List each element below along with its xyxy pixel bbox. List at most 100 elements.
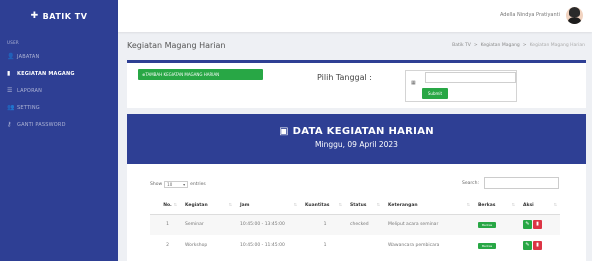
avatar[interactable] [566,7,583,24]
add-activity-button[interactable]: ⊕ TAMBAH KEGIATAN MAGANG HARIAN [138,69,263,80]
cell-kuantitas: 1 [300,214,345,235]
search-label: Search: [462,181,479,186]
add-activity-label: TAMBAH KEGIATAN MAGANG HARIAN [145,72,220,77]
berkas-button[interactable]: Berkas [478,221,497,228]
cell-aksi: ✎ ▮ [518,235,560,256]
date-label: Pilih Tanggal : [317,73,372,82]
edit-icon: ✎ [525,242,530,248]
table-row: 1 Seminar 10:45:00 - 13:45:00 1 checked … [150,214,560,235]
column-label: Jam [240,203,250,209]
column-label: Status [350,203,367,209]
brand-logo[interactable]: ✚ BATIK TV [0,0,118,32]
sidebar-item-label: SETTING [17,104,40,111]
sidebar-item-label: KEGIATAN MAGANG [17,70,75,77]
search-input[interactable] [484,177,559,189]
sidebar-item-setting[interactable]: 👥 SETTING [0,99,118,116]
brand-name: BATIK TV [42,11,88,21]
chevron-down-icon: ▾ [183,182,186,187]
table-card: Show 10 ▾ entries Search: No. ⇅ Kegiatan ⇅… [127,164,586,261]
sort-icon: ⇅ [293,202,297,207]
entries-length: Show 10 ▾ entries [150,181,206,188]
column-header-status[interactable]: Status ⇅ [345,198,383,215]
column-header-aksi[interactable]: Aksi ⇅ [518,198,560,215]
cell-keterangan: Wawancara pembicara [388,243,440,248]
edit-button[interactable]: ✎ [523,220,532,230]
breadcrumb-separator: > [522,43,527,48]
cell-no: 1 [150,214,180,235]
sidebar: ✚ BATIK TV USER 👤 JABATAN ▮ KEGIATAN MAG… [0,0,118,261]
banner-date: Minggu, 09 April 2023 [315,140,398,149]
sort-icon: ⇅ [466,202,470,207]
entries-select[interactable]: 10 ▾ [164,181,189,188]
breadcrumb-current: Kegiatan Magang Harian [529,43,585,48]
cell-jam: 10:45:00 - 13:45:00 [235,214,300,235]
calendar-icon: ▣ [279,126,289,137]
book-icon: ▮ [7,70,11,77]
sidebar-item-kegiatan-magang[interactable]: ▮ KEGIATAN MAGANG [0,65,118,82]
edit-button[interactable]: ✎ [523,241,532,250]
column-label: No. [163,203,172,209]
breadcrumb-separator: > [473,43,478,48]
column-header-berkas[interactable]: Berkas ⇅ [473,198,518,215]
sidebar-item-ganti-password[interactable]: ⚷ GANTI PASSWORD [0,116,118,133]
sort-icon: ⇅ [228,202,232,207]
sidebar-item-jabatan[interactable]: 👤 JABATAN [0,48,118,65]
column-header-keterangan[interactable]: Keterangan ⇅ [383,198,473,215]
column-label: Berkas [478,203,496,209]
sidebar-item-label: GANTI PASSWORD [17,121,66,128]
cell-status: checked [345,214,383,235]
show-label: Show [150,182,163,187]
sidebar-item-laporan[interactable]: ☰ LAPORAN [0,82,118,99]
sort-icon: ⇅ [376,202,380,207]
calendar-icon: ▦ [411,80,416,86]
column-header-kuantitas[interactable]: Kuantitas ⇅ [300,198,345,215]
cell-kuantitas: 1 [323,243,327,248]
banner-title: ▣ DATA KEGIATAN HARIAN [127,126,586,137]
key-icon: ⚷ [7,121,12,128]
sort-icon: ⇅ [338,202,342,207]
banner-title-text: DATA KEGIATAN HARIAN [292,126,434,137]
delete-button[interactable]: ▮ [533,241,542,250]
breadcrumb: Batik TV > Kegiatan Magang > Kegiatan Ma… [452,43,585,48]
delete-button[interactable]: ▮ [533,220,542,230]
trash-icon: ▮ [536,221,539,228]
sort-icon: ⇅ [511,202,515,207]
user-icon: 👤 [7,53,15,60]
user-name[interactable]: Adella Nindya Pratiyanti [500,12,560,18]
sort-icon: ⇅ [553,202,557,207]
users-icon: 👥 [7,104,15,111]
column-header-kegiatan[interactable]: Kegiatan ⇅ [180,198,235,215]
entries-label: entries [190,182,206,187]
page-title: Kegiatan Magang Harian [127,41,226,50]
date-field[interactable] [425,72,516,83]
topbar: Adella Nindya Pratiyanti [118,0,592,32]
breadcrumb-kegiatan-magang[interactable]: Kegiatan Magang [481,43,520,48]
berkas-button[interactable]: Berkas [478,242,497,249]
cell-aksi: ✎ ▮ [518,214,560,235]
column-header-jam[interactable]: Jam ⇅ [235,198,300,215]
cell-keterangan: Meliput acara seminar [383,214,473,235]
cell-berkas: Berkas [473,214,518,235]
column-label: Aksi [523,203,534,209]
breadcrumb-home[interactable]: Batik TV [452,43,471,48]
cell-kegiatan: Seminar [180,214,235,235]
trash-icon: ▮ [536,242,539,248]
date-picker: ▦ Submit [405,70,517,102]
table-header-row: No. ⇅ Kegiatan ⇅ Jam ⇅ Kuantitas ⇅ Status ⇅ K… [150,198,560,215]
cell-kegiatan: Workshop [185,243,208,248]
activities-table: No. ⇅ Kegiatan ⇅ Jam ⇅ Kuantitas ⇅ Status ⇅ K… [150,198,560,256]
column-label: Kegiatan [185,203,208,209]
cell-jam: 10:45:00 - 11:45:00 [240,243,285,248]
table-row: 2 Workshop 10:45:00 - 11:45:00 1 Wawanca… [150,235,560,256]
submit-button[interactable]: Submit [422,88,448,99]
column-label: Keterangan [388,203,418,209]
plus-icon: ✚ [30,11,39,21]
sidebar-item-label: JABATAN [17,53,40,60]
sidebar-item-label: LAPORAN [17,87,43,94]
column-header-no[interactable]: No. ⇅ [150,198,180,215]
column-label: Kuantitas [305,203,330,209]
edit-icon: ✎ [525,221,530,228]
sort-icon: ⇅ [173,202,177,207]
cell-berkas: Berkas [473,235,518,256]
filter-card: ⊕ TAMBAH KEGIATAN MAGANG HARIAN Pilih Ta… [127,60,586,108]
